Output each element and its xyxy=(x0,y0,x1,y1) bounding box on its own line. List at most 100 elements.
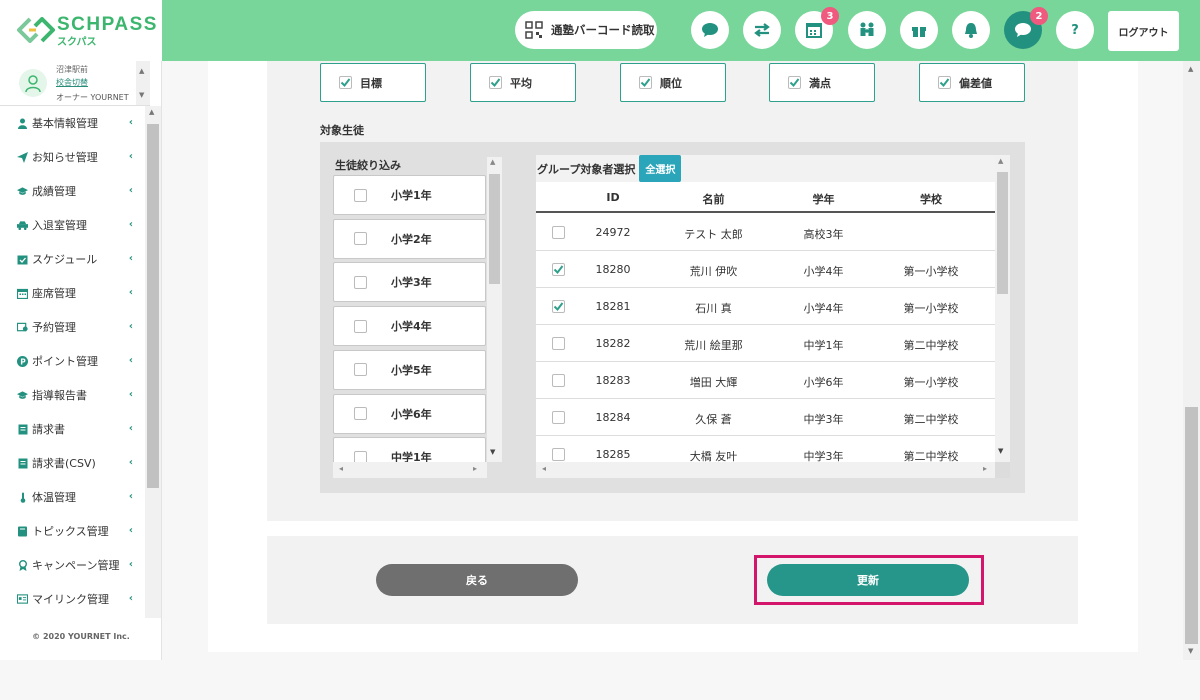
table-row[interactable]: 18285 大橋 友叶 中学3年 第二中学校 xyxy=(536,436,995,462)
score-option-toggle[interactable]: 目標 xyxy=(320,63,426,102)
scroll-up-arrow-icon[interactable]: ▲ xyxy=(998,157,1003,165)
checkbox[interactable] xyxy=(552,300,565,313)
score-option-toggle[interactable]: 平均 xyxy=(470,63,576,102)
scroll-left-arrow-icon[interactable]: ◂ xyxy=(339,464,343,473)
scroll-right-arrow-icon[interactable]: ▸ xyxy=(473,464,477,473)
school-switch-link[interactable]: 校舎切替 xyxy=(56,77,88,88)
sidebar-item[interactable]: 入退室管理 ‹ xyxy=(0,208,145,242)
scroll-up-arrow-icon[interactable]: ▲ xyxy=(490,158,495,166)
checkbox[interactable] xyxy=(354,188,367,202)
page-scroll-thumb[interactable] xyxy=(1185,407,1198,644)
scroll-down-arrow-icon[interactable]: ▼ xyxy=(139,91,144,99)
checkbox[interactable] xyxy=(354,319,367,333)
filter-scrollbar-vertical[interactable]: ▲ ▼ xyxy=(487,157,502,462)
checkbox[interactable] xyxy=(552,226,565,239)
table-row[interactable]: 18283 増田 大輝 小学6年 第一小学校 xyxy=(536,362,995,399)
sidebar-item[interactable]: 予約管理 ‹ xyxy=(0,310,145,344)
user-scrollbar[interactable]: ▲ ▼ xyxy=(136,61,150,105)
student-name: 荒川 絵里那 xyxy=(684,339,743,352)
checkbox[interactable] xyxy=(489,76,502,89)
checkbox[interactable] xyxy=(552,448,565,461)
table-row[interactable]: 18282 荒川 絵里那 中学1年 第二中学校 xyxy=(536,325,995,362)
logout-button[interactable]: ログアウト xyxy=(1108,11,1179,51)
grade-filter-item[interactable]: 小学4年 xyxy=(333,306,486,347)
sidebar-item[interactable]: 座席管理 ‹ xyxy=(0,276,145,310)
student-id: 18281 xyxy=(595,300,631,313)
grade-filter-item[interactable]: 小学5年 xyxy=(333,349,486,390)
sidebar-item[interactable]: P ポイント管理 ‹ xyxy=(0,344,145,378)
grade-filter-item[interactable]: 小学3年 xyxy=(333,262,486,303)
switch-button[interactable] xyxy=(743,11,781,49)
back-button[interactable]: 戻る xyxy=(376,564,578,596)
grade-filter-item[interactable]: 小学6年 xyxy=(333,393,486,434)
table-scrollbar-horizontal[interactable]: ◂ ▸ xyxy=(536,462,995,478)
checkbox[interactable] xyxy=(552,374,565,387)
notification-button[interactable] xyxy=(952,11,990,49)
messages-button[interactable]: 2 xyxy=(1004,7,1048,49)
sidebar-item[interactable]: お知らせ管理 ‹ xyxy=(0,140,145,174)
sidebar-item[interactable]: 指導報告書 ‹ xyxy=(0,378,145,412)
table-row[interactable]: 24972 テスト 太郎 高校3年 xyxy=(536,214,995,251)
logo[interactable]: SCHPASS スクパス xyxy=(0,0,162,61)
chat-button[interactable] xyxy=(691,11,729,49)
group-select-header: グループ対象者選択 全選択 xyxy=(536,155,995,182)
sidebar-item[interactable]: 成績管理 ‹ xyxy=(0,174,145,208)
checkbox[interactable] xyxy=(552,263,565,276)
checkbox[interactable] xyxy=(938,76,951,89)
scroll-up-arrow-icon[interactable]: ▲ xyxy=(139,67,144,75)
person-icon xyxy=(17,118,28,129)
table-scroll-thumb[interactable] xyxy=(997,172,1008,294)
column-header-name: 名前 xyxy=(702,193,725,206)
scroll-right-arrow-icon[interactable]: ▸ xyxy=(983,464,987,473)
checkbox[interactable] xyxy=(788,76,801,89)
table-row[interactable]: 18284 久保 蒼 中学3年 第二中学校 xyxy=(536,399,995,436)
table-scrollbar-vertical[interactable]: ▲ ▼ xyxy=(995,155,1010,462)
scroll-down-arrow-icon[interactable]: ▼ xyxy=(998,447,1003,455)
score-option-toggle[interactable]: 満点 xyxy=(769,63,875,102)
sidebar-item[interactable]: トピックス管理 ‹ xyxy=(0,514,145,548)
sidebar-item[interactable]: 請求書(CSV) ‹ xyxy=(0,446,145,480)
sidebar-item[interactable]: マイリンク管理 ‹ xyxy=(0,582,145,616)
checkbox[interactable] xyxy=(354,407,367,420)
checkbox[interactable] xyxy=(354,363,367,377)
help-button[interactable]: ? xyxy=(1056,11,1094,49)
sidebar-scrollbar[interactable]: ▲ xyxy=(145,106,161,618)
page-scrollbar[interactable]: ▲ ▼ xyxy=(1183,61,1200,660)
scroll-down-arrow-icon[interactable]: ▼ xyxy=(490,448,495,456)
filter-scroll-thumb[interactable] xyxy=(489,174,500,284)
grade-filter-item[interactable]: 小学1年 xyxy=(333,175,486,215)
calendar-button[interactable]: 3 xyxy=(795,7,839,49)
checkbox[interactable] xyxy=(552,337,565,350)
table-row[interactable]: 18281 石川 真 小学4年 第一小学校 xyxy=(536,288,995,325)
checkbox[interactable] xyxy=(354,232,367,246)
checkbox[interactable] xyxy=(339,76,352,89)
sidebar-item[interactable]: キャンペーン管理 ‹ xyxy=(0,548,145,582)
sidebar-item-label: 予約管理 xyxy=(32,321,76,334)
table-row[interactable]: 18280 荒川 伊吹 小学4年 第一小学校 xyxy=(536,251,995,288)
scroll-up-arrow-icon[interactable]: ▲ xyxy=(149,108,154,116)
scroll-left-arrow-icon[interactable]: ◂ xyxy=(542,464,546,473)
update-button[interactable]: 更新 xyxy=(767,564,969,596)
checkbox[interactable] xyxy=(639,76,652,89)
filter-scrollbar-horizontal[interactable]: ◂ ▸ xyxy=(333,462,487,478)
student-grade: 小学4年 xyxy=(803,302,844,315)
checkbox[interactable] xyxy=(354,275,367,289)
grade-filter-item[interactable]: 中学1年 xyxy=(333,437,486,462)
checkbox[interactable] xyxy=(552,411,565,424)
sidebar-item[interactable]: 体温管理 ‹ xyxy=(0,480,145,514)
grade-filter-item[interactable]: 小学2年 xyxy=(333,218,486,259)
score-option-toggle[interactable]: 偏差値 xyxy=(919,63,1025,102)
sidebar-item[interactable]: 請求書 ‹ xyxy=(0,412,145,446)
scroll-down-arrow-icon[interactable]: ▼ xyxy=(1188,647,1193,655)
sidebar-item[interactable]: スケジュール ‹ xyxy=(0,242,145,276)
user-avatar-icon xyxy=(25,75,41,93)
sidebar-item[interactable]: 基本情報管理 ‹ xyxy=(0,106,145,140)
checkbox[interactable] xyxy=(354,450,367,462)
barcode-scan-button[interactable]: 通塾バーコード読取 xyxy=(515,11,657,49)
gift-button[interactable] xyxy=(900,11,938,49)
select-all-button[interactable]: 全選択 xyxy=(639,155,682,182)
score-option-toggle[interactable]: 順位 xyxy=(620,63,726,102)
parents-button[interactable] xyxy=(848,11,886,49)
sidebar-scroll-thumb[interactable] xyxy=(147,124,159,488)
scroll-up-arrow-icon[interactable]: ▲ xyxy=(1188,65,1193,73)
